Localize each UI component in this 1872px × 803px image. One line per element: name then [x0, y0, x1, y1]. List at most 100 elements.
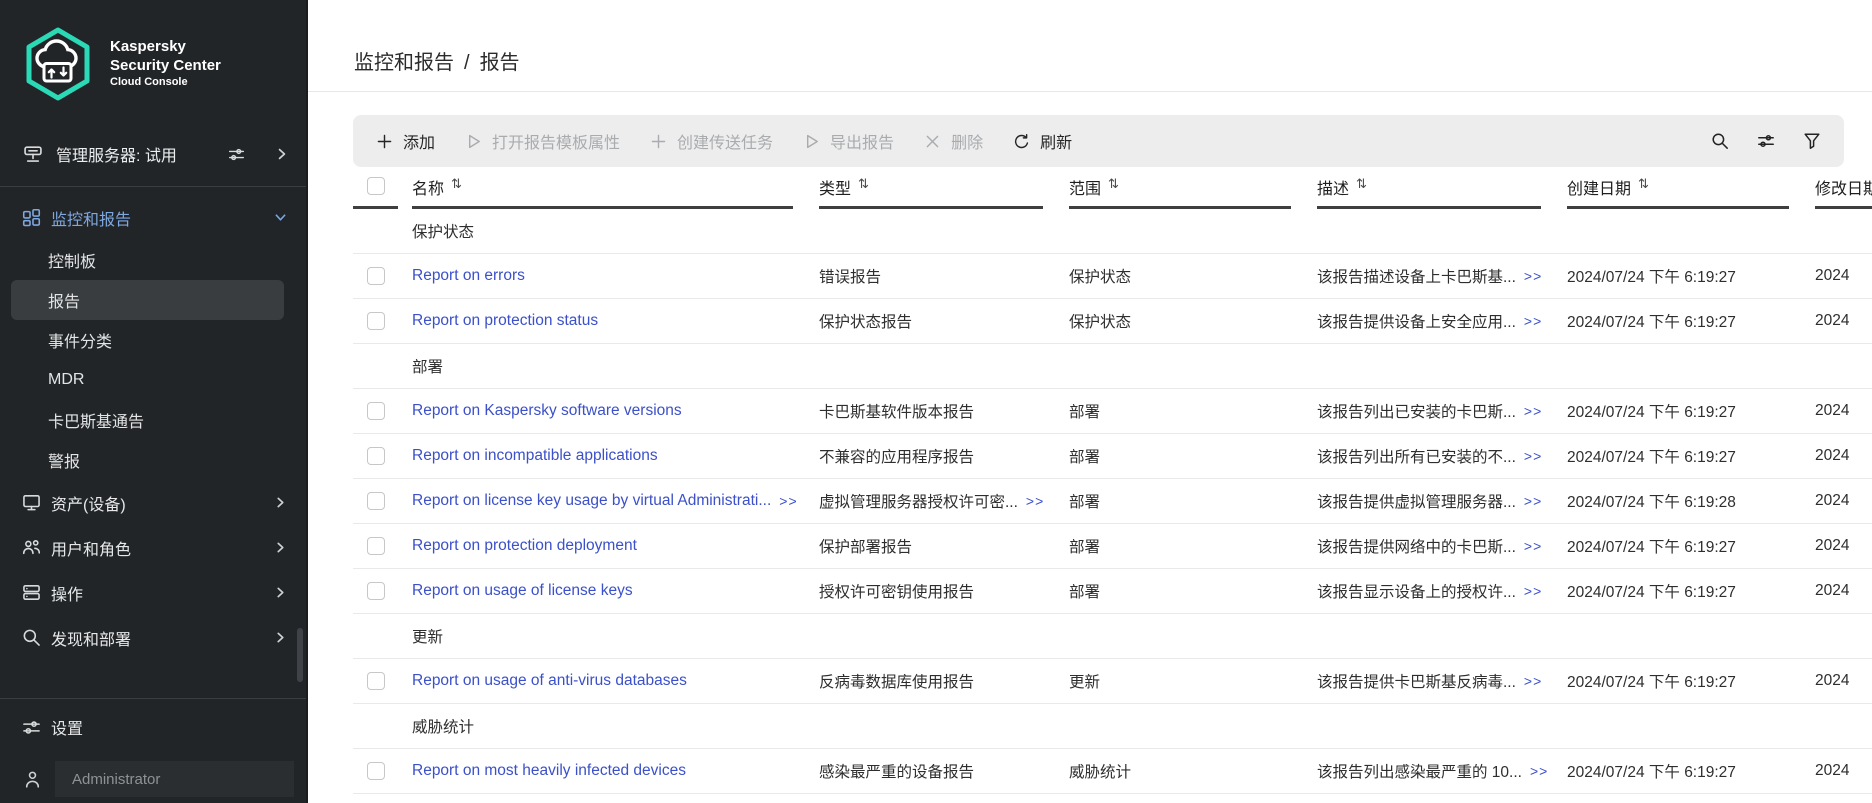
filter-settings-icon[interactable]: [1756, 131, 1776, 151]
monitor-icon: [21, 492, 42, 513]
report-created-date: 2024/07/24 下午 6:19:27: [1567, 310, 1815, 332]
column-header-modified[interactable]: 修改日期 ⇅: [1815, 175, 1872, 209]
report-name-link[interactable]: Report on usage of license keys: [412, 582, 633, 600]
sort-icon: ⇅: [1356, 176, 1367, 192]
report-created-date: 2024/07/24 下午 6:19:27: [1567, 535, 1815, 557]
row-checkbox[interactable]: [367, 447, 385, 465]
sidebar-item-operations[interactable]: 操作: [0, 570, 306, 615]
report-name-link[interactable]: Report on protection status: [412, 312, 598, 330]
report-type: 错误报告: [819, 265, 881, 287]
breadcrumb-current: 报告: [480, 46, 520, 75]
column-header-created[interactable]: 创建日期 ⇅: [1567, 175, 1815, 209]
sidebar-item-kaspersky-announcements[interactable]: 卡巴斯基通告: [11, 400, 284, 440]
row-checkbox[interactable]: [367, 402, 385, 420]
toolbar-button-2[interactable]: 创建传送任务: [649, 129, 773, 153]
description-expand-link[interactable]: >>: [1524, 673, 1542, 689]
column-header-scope[interactable]: 范围 ⇅: [1069, 175, 1317, 209]
select-all-checkbox-header[interactable]: [353, 175, 412, 209]
app-logo: Kaspersky Security Center Cloud Console: [0, 0, 306, 102]
sidebar-nav: 监控和报告控制板报告事件分类MDR卡巴斯基通告警报资产(设备)用户和角色操作发现…: [0, 195, 306, 660]
report-name-link[interactable]: Report on license key usage by virtual A…: [412, 492, 771, 510]
table-row: Report on license key usage by virtual A…: [353, 479, 1872, 524]
column-header-name[interactable]: 名称 ⇅: [412, 175, 819, 209]
funnel-icon[interactable]: [1802, 131, 1822, 151]
description-expand-link[interactable]: >>: [1524, 583, 1542, 599]
report-type: 授权许可密钥使用报告: [819, 580, 974, 602]
report-description: 该报告提供设备上安全应用...: [1317, 310, 1516, 332]
refresh-icon: [1012, 132, 1031, 151]
sort-icon: ⇅: [858, 176, 869, 192]
administration-server-selector[interactable]: 管理服务器: 试用: [0, 132, 306, 176]
server-icon: [22, 143, 44, 165]
group-label: 更新: [412, 625, 819, 647]
report-created-date: 2024/07/24 下午 6:19:27: [1567, 265, 1815, 287]
report-name-link[interactable]: Report on most heavily infected devices: [412, 762, 686, 780]
group-row: 更新: [353, 614, 1872, 659]
row-checkbox[interactable]: [367, 582, 385, 600]
description-expand-link[interactable]: >>: [1524, 403, 1542, 419]
select-all-checkbox[interactable]: [367, 177, 385, 195]
play-icon: [464, 132, 483, 151]
sidebar-item-users-roles[interactable]: 用户和角色: [0, 525, 306, 570]
description-expand-link[interactable]: >>: [1524, 448, 1542, 464]
description-expand-link[interactable]: >>: [1524, 313, 1542, 329]
report-type: 反病毒数据库使用报告: [819, 670, 974, 692]
sidebar-item-monitoring-reports[interactable]: 监控和报告: [0, 195, 306, 240]
report-name-link[interactable]: Report on Kaspersky software versions: [412, 402, 682, 420]
sidebar: Kaspersky Security Center Cloud Console …: [0, 0, 308, 803]
row-checkbox[interactable]: [367, 672, 385, 690]
row-checkbox[interactable]: [367, 267, 385, 285]
sidebar-item-reports[interactable]: 报告: [11, 280, 284, 320]
row-checkbox[interactable]: [367, 762, 385, 780]
user-name: Administrator: [55, 761, 294, 797]
reports-toolbar: 添加 打开报告模板属性 创建传送任务 导出报告 删除 刷新: [353, 115, 1844, 167]
sidebar-item-mdr[interactable]: MDR: [11, 360, 284, 400]
search-icon: [21, 627, 42, 648]
name-expand-link[interactable]: >>: [779, 493, 797, 509]
sort-icon: ⇅: [451, 176, 462, 192]
row-checkbox[interactable]: [367, 312, 385, 330]
report-scope: 部署: [1069, 580, 1317, 602]
report-modified-date: 2024: [1815, 582, 1872, 600]
sidebar-item-settings[interactable]: 设置: [0, 705, 306, 749]
report-name-link[interactable]: Report on protection deployment: [412, 537, 637, 555]
report-name-link[interactable]: Report on usage of anti-virus databases: [412, 672, 687, 690]
column-header-description[interactable]: 描述 ⇅: [1317, 175, 1567, 209]
description-expand-link[interactable]: >>: [1524, 538, 1542, 554]
sidebar-item-event-selections[interactable]: 事件分类: [11, 320, 284, 360]
chevron-right-icon: [274, 146, 290, 162]
search-icon[interactable]: [1710, 131, 1730, 151]
description-expand-link[interactable]: >>: [1524, 268, 1542, 284]
report-name-link[interactable]: Report on incompatible applications: [412, 447, 658, 465]
report-modified-date: 2024: [1815, 492, 1872, 510]
toolbar-button-4[interactable]: 删除: [923, 129, 983, 153]
page-header: 监控和报告 / 报告: [308, 0, 1872, 92]
group-row: 保护状态: [353, 209, 1872, 254]
toolbar-button-1[interactable]: 打开报告模板属性: [464, 129, 620, 153]
report-description: 该报告列出感染最严重的 10...: [1317, 760, 1522, 782]
current-user[interactable]: Administrator: [0, 759, 306, 799]
table-header-row: 名称 ⇅ 类型 ⇅ 范围 ⇅ 描述 ⇅ 创建日期 ⇅: [353, 175, 1872, 209]
toolbar-button-5[interactable]: 刷新: [1012, 129, 1072, 153]
row-checkbox[interactable]: [367, 537, 385, 555]
type-expand-link[interactable]: >>: [1026, 493, 1044, 509]
report-scope: 部署: [1069, 535, 1317, 557]
report-created-date: 2024/07/24 下午 6:19:27: [1567, 400, 1815, 422]
toolbar-button-3[interactable]: 导出报告: [802, 129, 894, 153]
column-header-type[interactable]: 类型 ⇅: [819, 175, 1069, 209]
report-name-link[interactable]: Report on errors: [412, 267, 525, 285]
reports-table: 名称 ⇅ 类型 ⇅ 范围 ⇅ 描述 ⇅ 创建日期 ⇅: [353, 175, 1872, 794]
sidebar-scrollbar[interactable]: [297, 628, 303, 682]
grid-icon: [21, 207, 42, 228]
sidebar-item-assets-devices[interactable]: 资产(设备): [0, 480, 306, 525]
server-settings-icon[interactable]: [227, 145, 246, 164]
row-checkbox[interactable]: [367, 492, 385, 510]
toolbar-button-0[interactable]: 添加: [375, 129, 435, 153]
description-expand-link[interactable]: >>: [1524, 493, 1542, 509]
chevron-right-icon: [273, 495, 288, 510]
description-expand-link[interactable]: >>: [1530, 763, 1548, 779]
breadcrumb-parent[interactable]: 监控和报告: [354, 46, 454, 75]
sidebar-item-alerts[interactable]: 警报: [11, 440, 284, 480]
sidebar-item-discovery-deployment[interactable]: 发现和部署: [0, 615, 306, 660]
sidebar-item-dashboard[interactable]: 控制板: [11, 240, 284, 280]
